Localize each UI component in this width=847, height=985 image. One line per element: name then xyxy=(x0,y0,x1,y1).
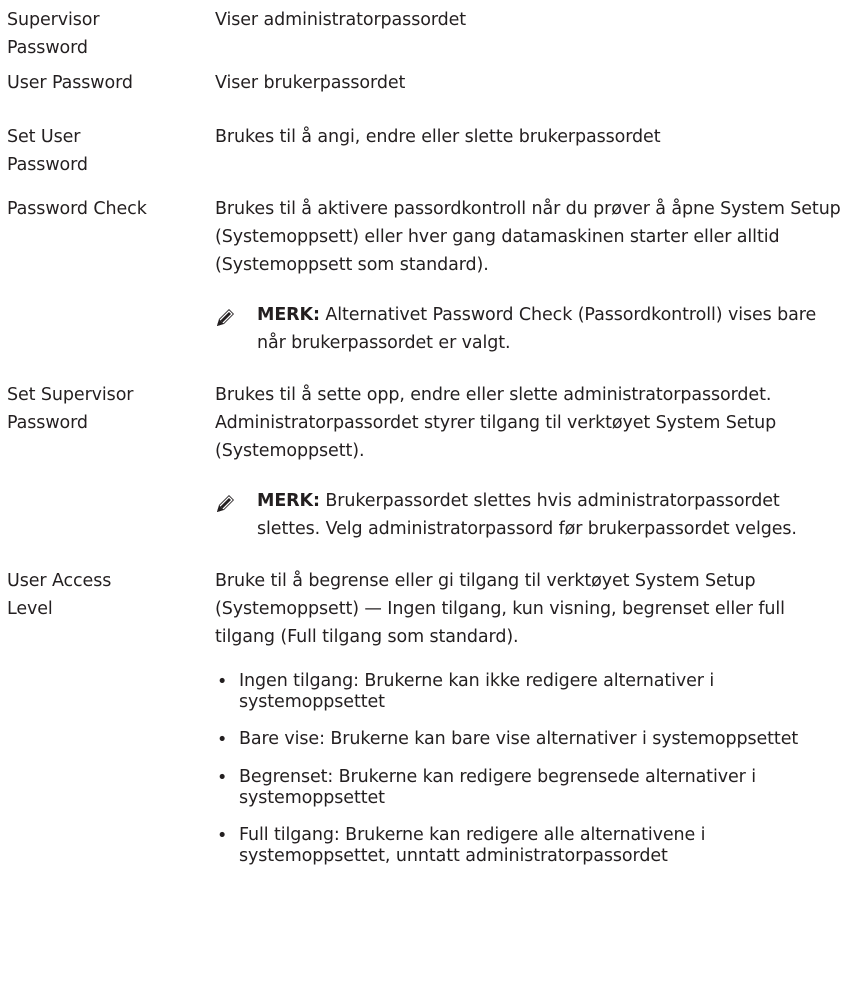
setting-row: Password Check Brukes til å aktivere pas… xyxy=(7,195,843,357)
bullet-icon: • xyxy=(217,826,228,846)
list-item: • Ingen tilgang: Brukerne kan ikke redige… xyxy=(215,671,845,713)
setting-description: Viser administratorpassordet xyxy=(215,10,467,30)
setting-row: Set Supervisor Password Brukes til å set… xyxy=(7,381,843,543)
setting-term: User Password xyxy=(7,73,133,93)
setting-description: Viser brukerpassordet xyxy=(215,73,406,93)
note-label: MERK: xyxy=(257,491,320,511)
note-text: MERK: Alternativet Password Check (Passo… xyxy=(257,301,817,357)
setting-description: Brukes til å sette opp, endre eller slet… xyxy=(215,385,777,461)
list-item: • Full tilgang: Brukerne kan redigere all… xyxy=(215,825,845,867)
setting-term: Set User Password xyxy=(7,127,88,175)
note-body: Brukerpassordet slettes hvis administrat… xyxy=(257,491,797,539)
note-text: MERK: Brukerpassordet slettes hvis admin… xyxy=(257,487,817,543)
setting-term: Password Check xyxy=(7,199,147,219)
pencil-note-icon xyxy=(215,301,257,328)
note-label: MERK: xyxy=(257,305,320,325)
list-item-text: Bare vise: Brukerne kan bare vise altern… xyxy=(239,729,799,749)
setting-description-block: Bruke til å begrense eller gi tilgang ti… xyxy=(215,567,845,883)
list-item-text: Begrenset: Brukerne kan redigere begrens… xyxy=(239,767,756,808)
access-level-list: • Ingen tilgang: Brukerne kan ikke redige… xyxy=(215,671,845,867)
setting-description: Brukes til å angi, endre eller slette br… xyxy=(215,127,661,147)
pencil-note-icon xyxy=(215,487,257,514)
setting-description: Brukes til å aktivere passordkontroll nå… xyxy=(215,199,841,275)
setting-row: Set User Password Brukes til å angi, end… xyxy=(7,123,843,193)
setting-term: User Access Level xyxy=(7,571,112,619)
list-item-text: Full tilgang: Brukerne kan redigere alle… xyxy=(239,825,706,866)
setting-description: Bruke til å begrense eller gi tilgang ti… xyxy=(215,571,785,647)
settings-table: Supervisor Password Viser administratorp… xyxy=(7,6,843,883)
setting-row: User Access Level Bruke til å begrense e… xyxy=(7,567,843,883)
list-item: • Bare vise: Brukerne kan bare vise alter… xyxy=(215,729,845,751)
setting-row: User Password Viser brukerpassordet xyxy=(7,69,843,117)
note-box: MERK: Brukerpassordet slettes hvis admin… xyxy=(215,487,845,543)
bullet-icon: • xyxy=(217,672,228,692)
list-item-text: Ingen tilgang: Brukerne kan ikke rediger… xyxy=(239,671,715,712)
setting-term: Supervisor Password xyxy=(7,10,100,58)
bullet-icon: • xyxy=(217,730,228,750)
setting-description-block: Brukes til å sette opp, endre eller slet… xyxy=(215,381,845,543)
list-item: • Begrenset: Brukerne kan redigere begren… xyxy=(215,767,845,809)
note-body: Alternativet Password Check (Passordkont… xyxy=(257,305,817,353)
setting-term: Set Supervisor Password xyxy=(7,385,134,433)
setting-row: Supervisor Password Viser administratorp… xyxy=(7,6,843,69)
note-box: MERK: Alternativet Password Check (Passo… xyxy=(215,301,845,357)
bullet-icon: • xyxy=(217,768,228,788)
setting-description-block: Brukes til å aktivere passordkontroll nå… xyxy=(215,195,845,357)
